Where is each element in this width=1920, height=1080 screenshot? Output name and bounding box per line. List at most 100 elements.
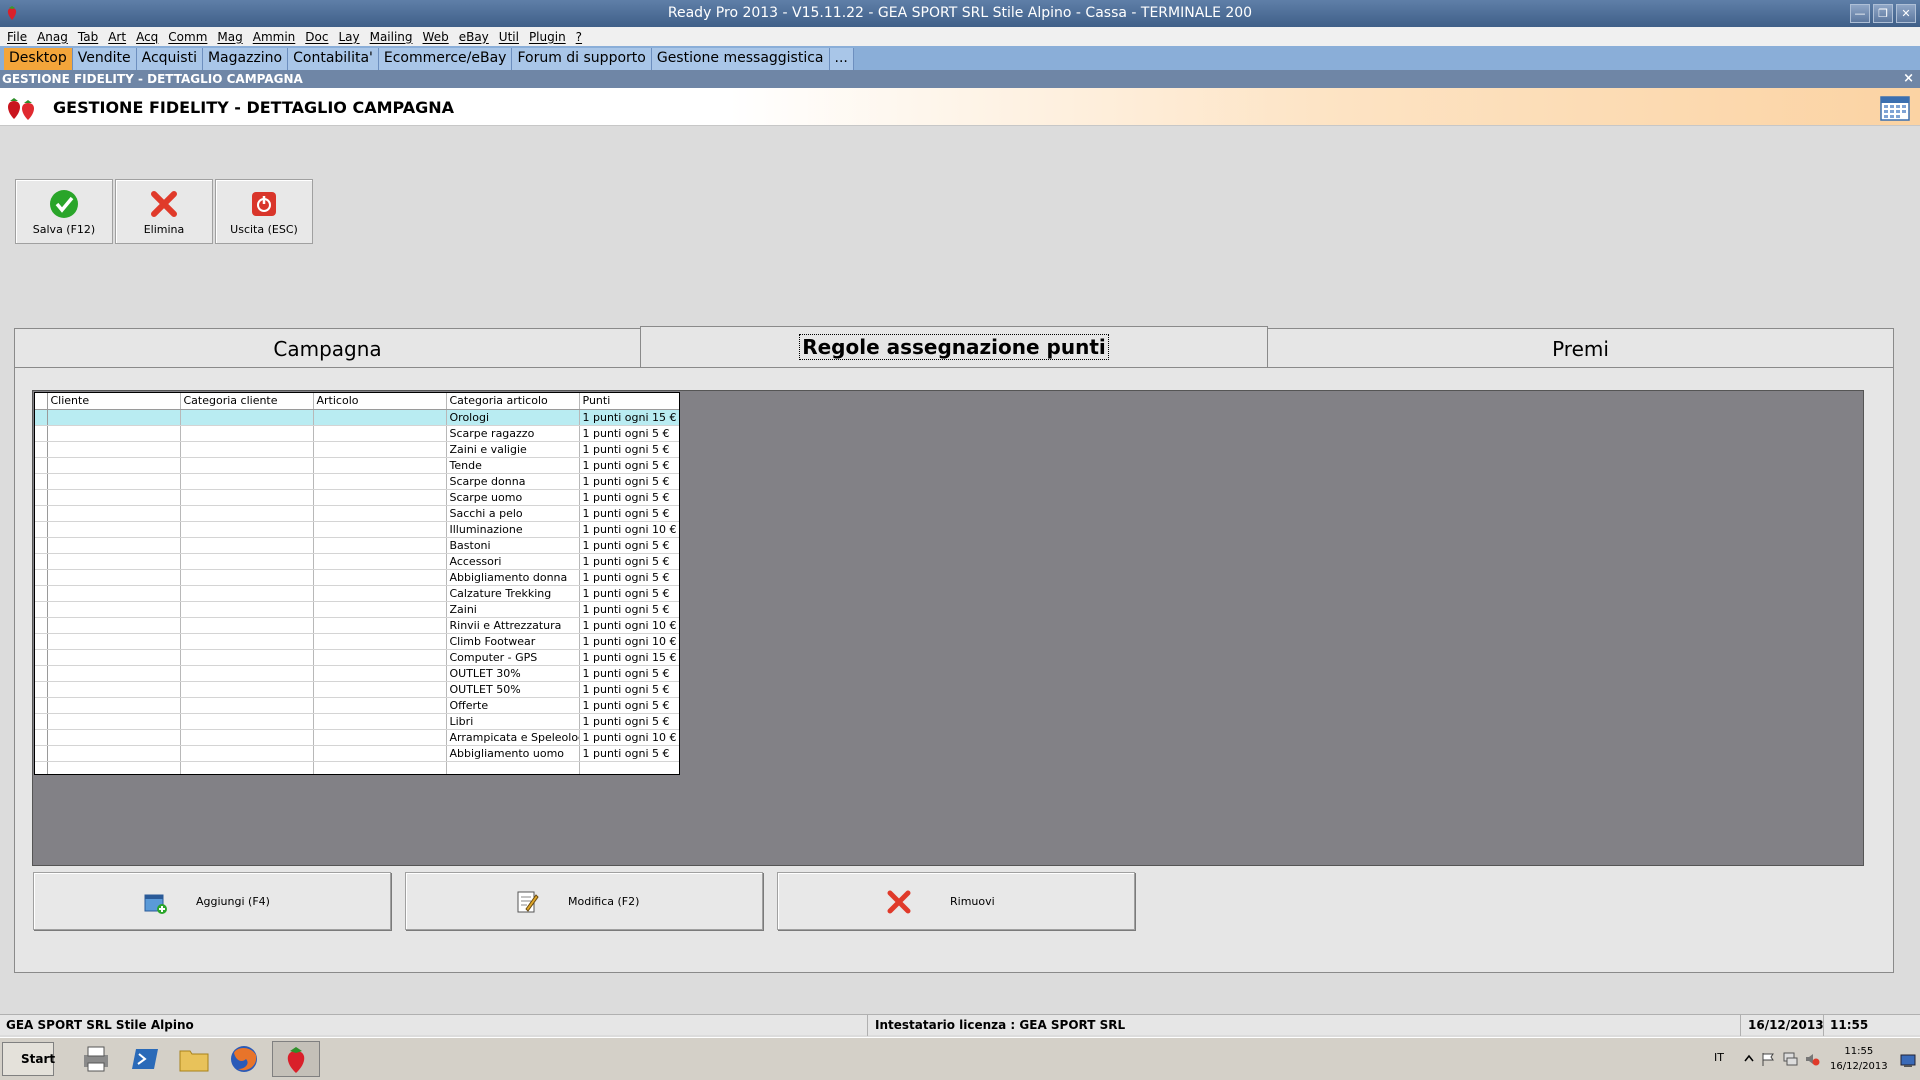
table-cell[interactable]	[180, 441, 314, 458]
table-cell[interactable]	[313, 633, 447, 650]
table-cell[interactable]: 1 punti ogni 10 €	[579, 729, 679, 746]
table-cell[interactable]: Offerte	[446, 697, 580, 714]
menu-item[interactable]: Tab	[75, 30, 105, 44]
menu-item[interactable]: ?	[573, 30, 589, 44]
table-cell[interactable]: Rinvii e Attrezzatura	[446, 617, 580, 634]
table-cell[interactable]	[313, 729, 447, 746]
volume-muted-icon[interactable]	[1804, 1051, 1820, 1067]
table-cell[interactable]	[180, 425, 314, 442]
table-cell[interactable]: 1 punti ogni 5 €	[579, 601, 679, 618]
table-cell[interactable]: 1 punti ogni 5 €	[579, 569, 679, 586]
table-cell[interactable]: Zaini	[446, 601, 580, 618]
table-cell[interactable]	[180, 761, 314, 774]
start-button[interactable]: Start	[2, 1042, 55, 1076]
rules-grid[interactable]: Cliente Categoria cliente Articolo Categ…	[34, 392, 680, 775]
table-cell[interactable]	[313, 521, 447, 538]
table-cell[interactable]: OUTLET 50%	[446, 681, 580, 698]
row-indicator[interactable]	[35, 681, 48, 698]
table-cell[interactable]	[47, 441, 181, 458]
close-form-icon[interactable]: ×	[1903, 70, 1914, 88]
table-row[interactable]: Scarpe donna 1 punti ogni 5 €	[35, 473, 679, 490]
column-header[interactable]: Cliente	[47, 393, 181, 410]
menu-item[interactable]: Plugin	[526, 30, 573, 44]
menu-item[interactable]: Web	[420, 30, 456, 44]
taskbar-readypro-item[interactable]	[272, 1041, 320, 1077]
table-cell[interactable]	[47, 585, 181, 602]
nav-tab[interactable]: Forum di supporto	[512, 48, 652, 70]
row-indicator[interactable]	[35, 665, 48, 682]
table-row[interactable]	[35, 761, 679, 774]
column-header[interactable]: Categoria articolo	[446, 393, 580, 410]
table-cell[interactable]: 1 punti ogni 10 €	[579, 633, 679, 650]
table-cell[interactable]: 1 punti ogni 5 €	[579, 537, 679, 554]
table-cell[interactable]: 1 punti ogni 5 €	[579, 713, 679, 730]
table-cell[interactable]	[180, 473, 314, 490]
row-indicator[interactable]	[35, 729, 48, 746]
table-cell[interactable]	[180, 649, 314, 666]
exit-button[interactable]: Uscita (ESC)	[215, 179, 313, 244]
table-cell[interactable]	[313, 601, 447, 618]
table-cell[interactable]	[180, 697, 314, 714]
table-cell[interactable]	[313, 409, 447, 426]
nav-tab[interactable]: Desktop	[4, 48, 73, 70]
table-cell[interactable]: Abbigliamento donna	[446, 569, 580, 586]
table-cell[interactable]	[313, 425, 447, 442]
menu-item[interactable]: Doc	[302, 30, 335, 44]
table-cell[interactable]	[47, 761, 181, 774]
row-indicator[interactable]	[35, 585, 48, 602]
table-cell[interactable]	[180, 505, 314, 522]
table-cell[interactable]: Accessori	[446, 553, 580, 570]
table-cell[interactable]	[47, 521, 181, 538]
table-row[interactable]: Computer - GPS 1 punti ogni 15 €	[35, 649, 679, 666]
table-row[interactable]: Arrampicata e Speleologia1 punti ogni 10…	[35, 729, 679, 746]
table-cell[interactable]	[313, 697, 447, 714]
menu-item[interactable]: eBay	[456, 30, 496, 44]
table-cell[interactable]	[180, 729, 314, 746]
table-cell[interactable]: Scarpe uomo	[446, 489, 580, 506]
table-row[interactable]: Calzature Trekking 1 punti ogni 5 €	[35, 585, 679, 602]
table-row[interactable]: Zaini e valigie 1 punti ogni 5 €	[35, 441, 679, 458]
table-cell[interactable]	[313, 505, 447, 522]
row-indicator[interactable]	[35, 505, 48, 522]
table-cell[interactable]	[579, 761, 679, 774]
table-row[interactable]: OUTLET 50% 1 punti ogni 5 €	[35, 681, 679, 698]
nav-tab[interactable]: Gestione messaggistica	[651, 48, 830, 70]
table-cell[interactable]: 1 punti ogni 5 €	[579, 441, 679, 458]
edit-button[interactable]: Modifica (F2)	[405, 872, 763, 930]
table-cell[interactable]	[47, 489, 181, 506]
table-cell[interactable]	[47, 537, 181, 554]
table-cell[interactable]	[180, 521, 314, 538]
row-indicator[interactable]	[35, 473, 48, 490]
table-row[interactable]: Orologi 1 punti ogni 15 €	[35, 409, 679, 426]
table-cell[interactable]: Scarpe ragazzo	[446, 425, 580, 442]
table-cell[interactable]	[180, 617, 314, 634]
table-cell[interactable]: 1 punti ogni 5 €	[579, 457, 679, 474]
table-cell[interactable]	[313, 681, 447, 698]
table-cell[interactable]: 1 punti ogni 5 €	[579, 681, 679, 698]
table-cell[interactable]: Orologi	[446, 409, 580, 426]
table-cell[interactable]: 1 punti ogni 5 €	[579, 665, 679, 682]
tab-regole-assegnazione-punti[interactable]: Regole assegnazione punti	[640, 326, 1268, 368]
table-cell[interactable]	[180, 585, 314, 602]
table-cell[interactable]: Computer - GPS	[446, 649, 580, 666]
menu-item[interactable]: Ammin	[250, 30, 303, 44]
table-cell[interactable]: 1 punti ogni 5 €	[579, 697, 679, 714]
table-cell[interactable]	[47, 745, 181, 762]
table-cell[interactable]	[47, 553, 181, 570]
table-cell[interactable]: Calzature Trekking	[446, 585, 580, 602]
table-cell[interactable]	[180, 681, 314, 698]
table-cell[interactable]: 1 punti ogni 5 €	[579, 489, 679, 506]
table-row[interactable]: Scarpe ragazzo 1 punti ogni 5 €	[35, 425, 679, 442]
row-indicator[interactable]	[35, 649, 48, 666]
menu-item[interactable]: Util	[496, 30, 526, 44]
table-cell[interactable]	[180, 537, 314, 554]
table-cell[interactable]: OUTLET 30%	[446, 665, 580, 682]
menu-item[interactable]: File	[4, 30, 34, 44]
table-cell[interactable]	[313, 665, 447, 682]
table-cell[interactable]: Libri	[446, 713, 580, 730]
menu-item[interactable]: Mag	[214, 30, 249, 44]
folder-icon[interactable]	[178, 1043, 210, 1075]
table-cell[interactable]	[47, 473, 181, 490]
table-cell[interactable]: 1 punti ogni 15 €	[579, 649, 679, 666]
row-indicator[interactable]	[35, 617, 48, 634]
